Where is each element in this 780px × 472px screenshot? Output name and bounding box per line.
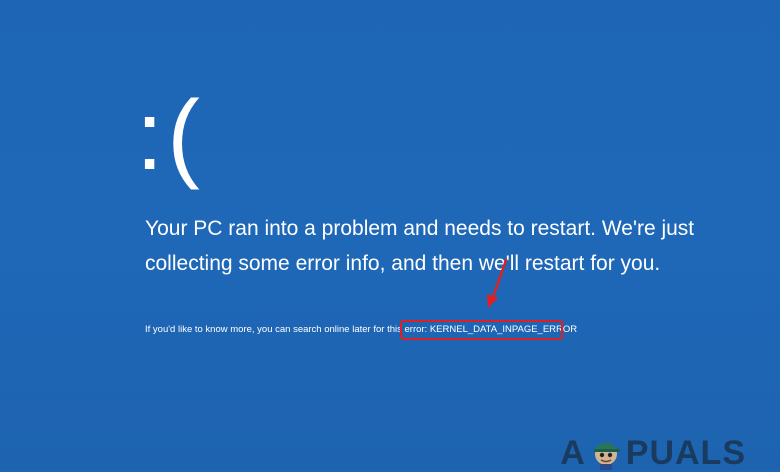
watermark-text-start: A — [560, 434, 586, 472]
error-code-highlight-box — [400, 320, 563, 340]
error-main-message: Your PC ran into a problem and needs to … — [145, 217, 695, 275]
appuals-watermark: A PUALS — [560, 434, 746, 470]
sad-face-emoticon: :( — [136, 80, 204, 190]
watermark-text-end: PUALS — [625, 434, 746, 472]
more-info-prefix: If you'd like to know more, you can sear… — [145, 324, 428, 335]
bsod-screen: :( Your PC ran into a problem and needs … — [0, 0, 780, 470]
red-arrow-icon — [487, 258, 508, 308]
appuals-mascot-icon — [593, 442, 620, 470]
